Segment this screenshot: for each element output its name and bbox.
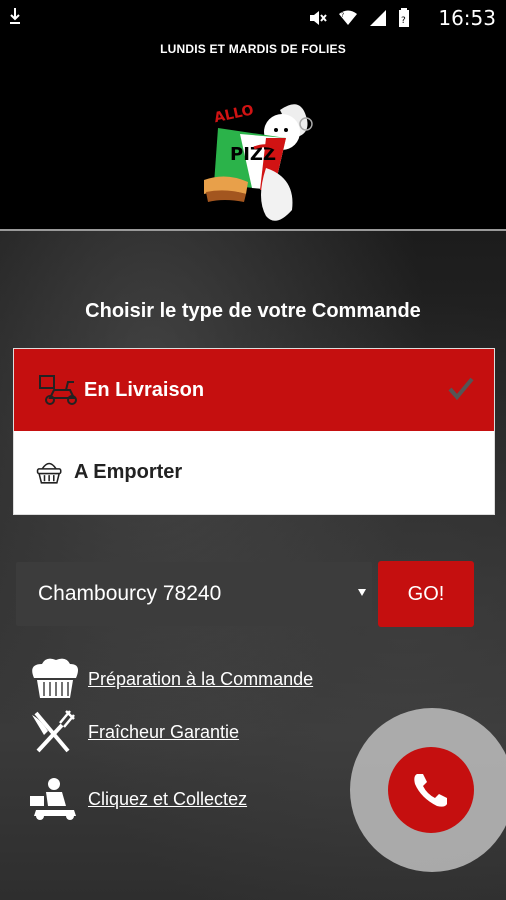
phone-icon [414, 774, 447, 807]
city-select-value: Chambourcy 78240 [38, 582, 222, 605]
option-delivery[interactable]: En Livraison [14, 349, 494, 431]
delivery-person-icon [30, 778, 76, 820]
wifi-icon: ? [339, 10, 357, 25]
call-button[interactable] [388, 747, 474, 833]
pizza-chef-logo[interactable]: PIZZ ALLO [196, 98, 314, 230]
order-type-title: Choisir le type de votre Commande [85, 300, 421, 322]
svg-text:?: ? [341, 12, 344, 19]
promo-marquee: LUNDIS ET MARDIS DE FOLIES [160, 42, 346, 56]
order-type-selector: En Livraison A Emporter [13, 348, 495, 515]
dropdown-caret-icon [358, 589, 366, 596]
feature-click-collect: Cliquez et Collectez [28, 776, 247, 822]
battery-icon: ? [399, 8, 409, 27]
check-icon [448, 377, 474, 401]
app-header: LUNDIS ET MARDIS DE FOLIES PIZZ ALLO [0, 36, 506, 230]
option-delivery-label: En Livraison [84, 378, 205, 401]
svg-text:ALLO: ALLO [213, 102, 256, 126]
option-takeaway-label: A Emporter [74, 460, 183, 483]
option-takeaway[interactable]: A Emporter [14, 431, 494, 513]
link-freshness[interactable]: Fraîcheur Garantie [88, 722, 239, 743]
feature-preparation: Préparation à la Commande [28, 656, 313, 702]
feature-freshness: Fraîcheur Garantie [28, 709, 239, 755]
status-bar: ? ? 16:53 [0, 0, 506, 36]
download-icon [10, 8, 20, 24]
chef-hat-icon [32, 658, 78, 698]
link-preparation[interactable]: Préparation à la Commande [88, 669, 313, 690]
knife-fork-icon [32, 710, 75, 753]
clock: 16:53 [438, 6, 496, 30]
go-button[interactable]: GO! [378, 561, 474, 627]
basket-icon [36, 462, 62, 484]
city-select[interactable]: Chambourcy 78240 [16, 562, 372, 626]
delivery-scooter-icon [39, 375, 77, 405]
link-click-collect[interactable]: Cliquez et Collectez [88, 789, 247, 810]
mute-icon [310, 11, 327, 25]
svg-text:?: ? [401, 16, 406, 26]
signal-icon [370, 10, 386, 26]
